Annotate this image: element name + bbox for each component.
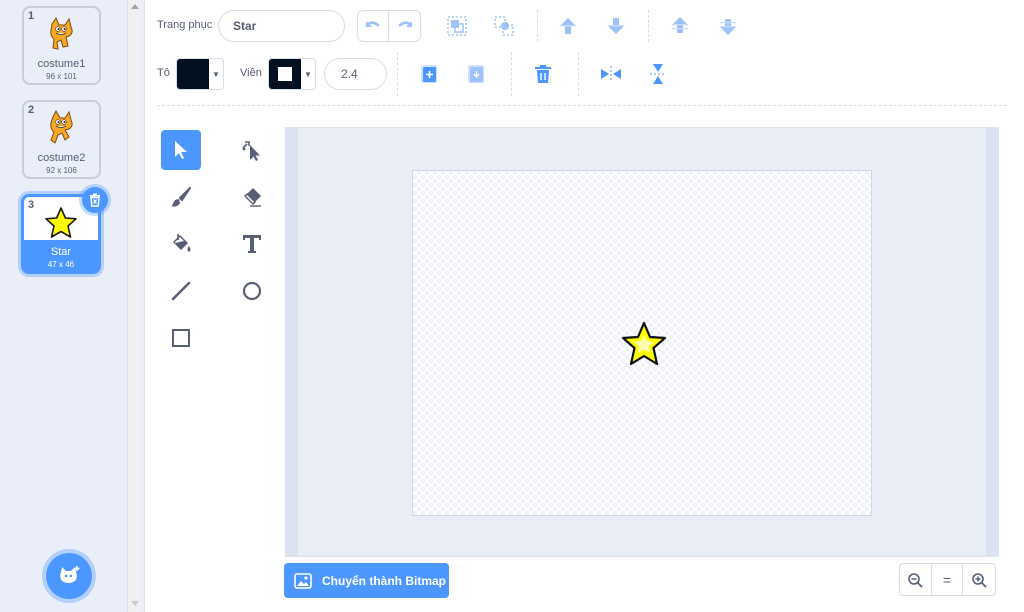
zoom-controls: = (899, 563, 996, 596)
image-icon (294, 572, 312, 589)
paste-button[interactable] (462, 60, 490, 88)
toolbar-divider (397, 52, 398, 96)
delete-costume-button[interactable] (82, 187, 108, 213)
costume-name: costume1 (37, 58, 86, 70)
toolbar-divider (648, 10, 649, 42)
undo-redo-group (357, 10, 421, 42)
convert-to-bitmap-label: Chuyển thành Bitmap (322, 573, 447, 588)
toolbar-divider (537, 10, 538, 42)
backward-button[interactable] (602, 12, 630, 40)
redo-icon (397, 21, 412, 27)
rectangle-tool[interactable] (161, 318, 201, 358)
text-icon (243, 235, 261, 253)
text-tool[interactable] (232, 224, 272, 264)
undo-button[interactable] (358, 11, 390, 41)
costume-item-2[interactable]: 2 costume2 92 x 106 (22, 100, 101, 179)
trash-icon (90, 193, 100, 207)
canvas-scrollbar-right[interactable] (986, 128, 998, 556)
paste-icon (468, 65, 484, 83)
forward-button[interactable] (554, 12, 582, 40)
line-tool[interactable] (161, 271, 201, 311)
eraser-icon (244, 188, 261, 207)
circle-icon (242, 281, 262, 301)
convert-to-bitmap-button[interactable]: Chuyển thành Bitmap (284, 563, 449, 598)
star-shape[interactable] (621, 321, 667, 367)
ungroup-button[interactable] (490, 12, 518, 40)
costume-name-input[interactable]: Star (218, 10, 345, 42)
outline-color-picker[interactable]: ▼ (268, 58, 316, 90)
arrow-cursor-icon (175, 141, 187, 159)
back-button[interactable] (714, 12, 742, 40)
caret-down-icon: ▼ (304, 69, 312, 79)
copy-icon (421, 65, 437, 83)
zoom-out-icon (908, 572, 923, 588)
toolbar-divider-horizontal (157, 105, 1007, 106)
canvas-area[interactable] (285, 127, 999, 557)
arrow-down-icon (608, 18, 624, 34)
costume-list-scrollbar[interactable] (127, 0, 141, 612)
flip-horizontal-button[interactable] (597, 60, 625, 88)
outline-color-swatch (269, 59, 301, 89)
circle-tool[interactable] (232, 271, 272, 311)
outline-label: Viền (240, 67, 262, 79)
undo-icon (366, 21, 380, 27)
cat-costume-icon (24, 16, 99, 52)
redo-button[interactable] (389, 11, 420, 41)
flip-vertical-icon (650, 64, 666, 84)
zoom-reset-button[interactable]: = (932, 564, 964, 595)
zoom-out-button[interactable] (900, 564, 932, 595)
fill-tool[interactable] (161, 224, 201, 264)
reshape-icon (242, 141, 260, 161)
front-button[interactable] (666, 12, 694, 40)
select-tool[interactable] (161, 130, 201, 170)
arrow-top-icon (672, 17, 688, 33)
fill-color-picker[interactable]: ▼ (176, 58, 224, 90)
trash-icon (535, 65, 551, 83)
flip-vertical-button[interactable] (644, 60, 672, 88)
arrow-bottom-icon (720, 19, 736, 35)
costume-name: costume2 (37, 152, 86, 164)
copy-button[interactable] (415, 60, 443, 88)
costume-name-label: Trang phục (157, 19, 213, 31)
costume-list: 1 costume1 96 x 101 2 costume2 92 x 106 … (0, 0, 127, 612)
delete-button[interactable] (529, 60, 557, 88)
add-costume-button[interactable] (46, 553, 92, 599)
group-icon (447, 16, 467, 36)
flip-horizontal-icon (601, 66, 621, 82)
costume-size: 96 x 101 (46, 72, 77, 81)
outline-width-input[interactable]: 2.4 (324, 58, 387, 90)
zoom-in-button[interactable] (963, 564, 995, 595)
canvas-scrollbar-left[interactable] (286, 128, 298, 556)
drawing-canvas[interactable] (412, 170, 872, 516)
rectangle-icon (172, 329, 190, 347)
fill-label: Tô (157, 67, 170, 79)
reshape-tool[interactable] (232, 130, 272, 170)
costume-size: 92 x 106 (46, 166, 77, 175)
toolbar-divider (578, 52, 579, 96)
scroll-up-icon[interactable] (131, 4, 139, 9)
costume-name: Star (50, 246, 72, 258)
costume-item-3[interactable]: 3 Star 47 x 46 (21, 187, 108, 274)
paint-editor: Trang phục Star Tô ▼ Viền ▼ 2.4 Chuyển t… (144, 0, 1024, 612)
eraser-tool[interactable] (232, 177, 272, 217)
brush-icon (171, 187, 191, 207)
brush-tool[interactable] (161, 177, 201, 217)
cat-costume-icon (24, 110, 99, 146)
caret-down-icon: ▼ (212, 69, 220, 79)
costume-item-1[interactable]: 1 costume1 96 x 101 (22, 6, 101, 85)
ungroup-icon (494, 16, 514, 36)
scroll-down-icon[interactable] (131, 601, 139, 606)
costume-size: 47 x 46 (47, 260, 75, 269)
paint-bucket-icon (173, 234, 191, 252)
fill-color-swatch (177, 59, 209, 89)
line-icon (171, 281, 191, 301)
toolbar-divider (511, 52, 512, 96)
group-button[interactable] (443, 12, 471, 40)
arrow-up-icon (560, 18, 576, 34)
cat-add-icon (60, 566, 80, 583)
zoom-in-icon (972, 572, 987, 588)
